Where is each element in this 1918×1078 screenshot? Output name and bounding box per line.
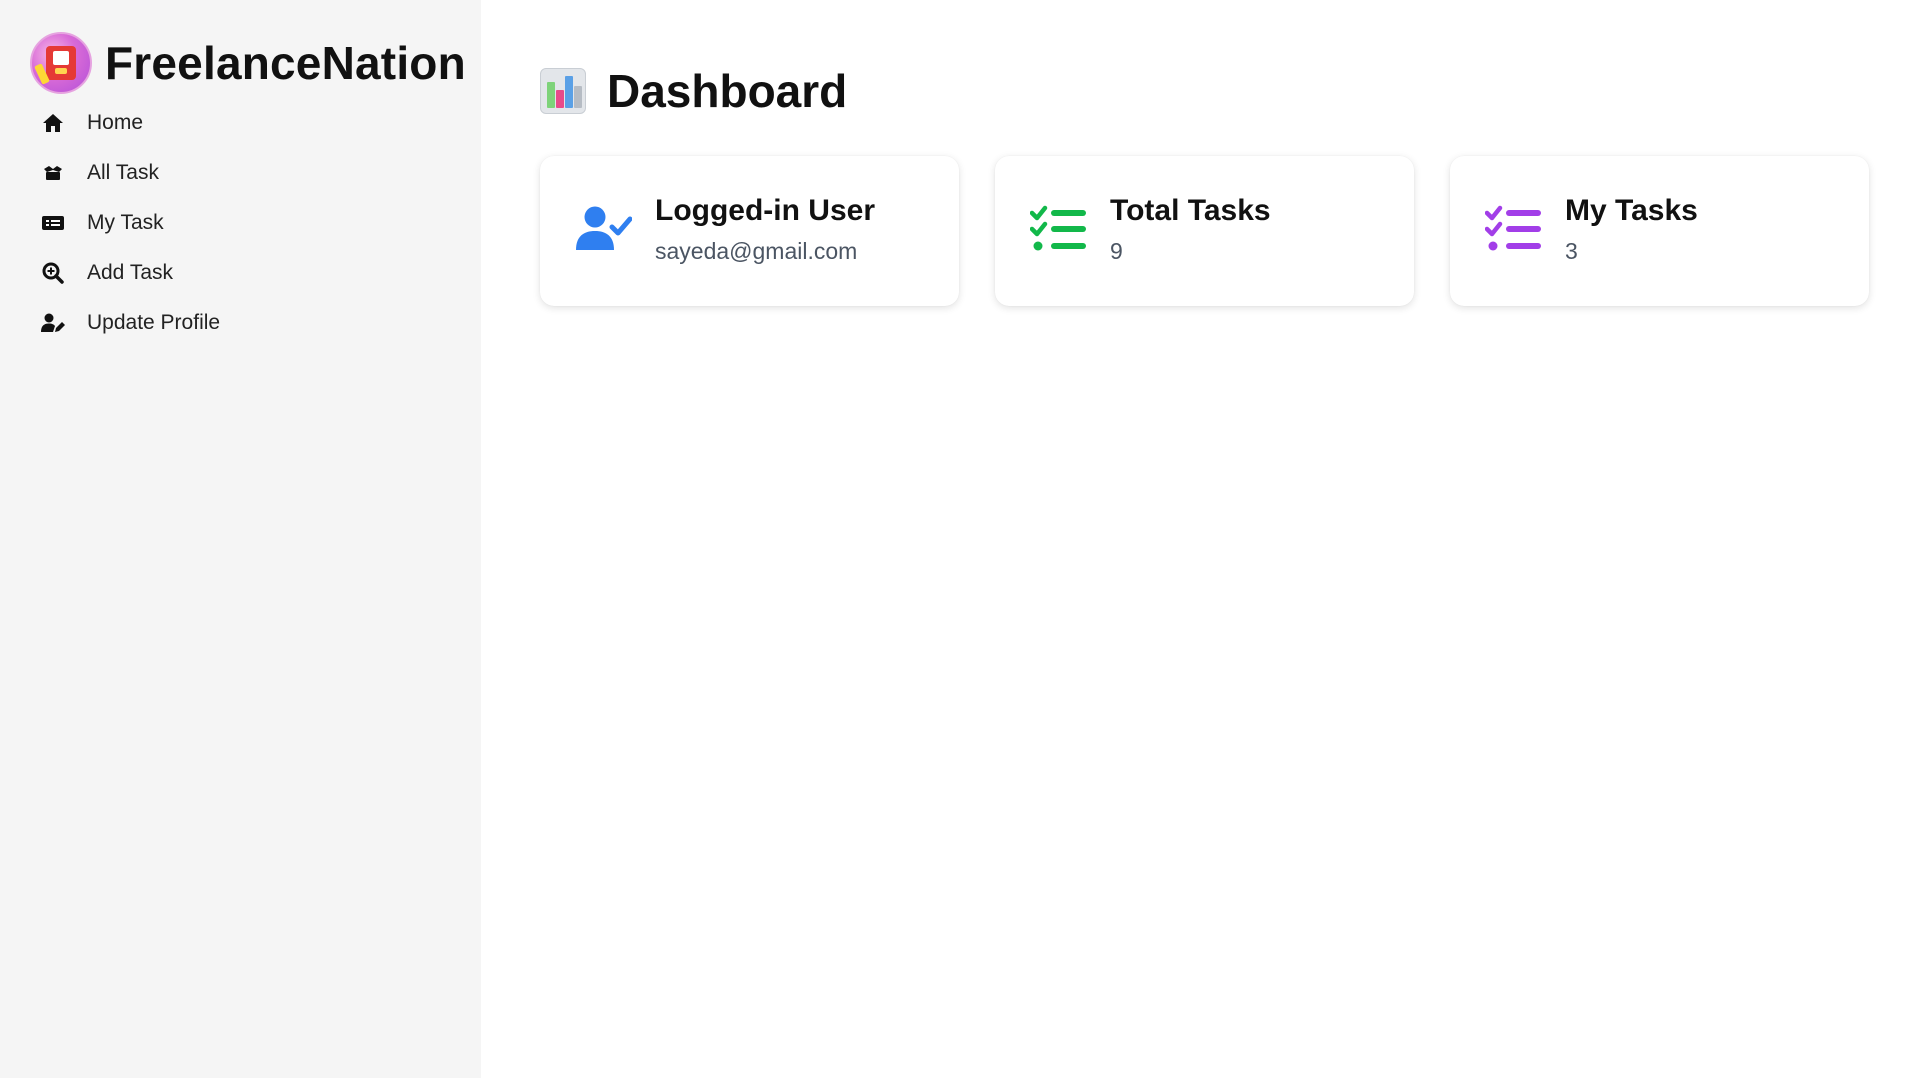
sidebar-item-home[interactable]: Home: [0, 98, 481, 148]
page-title: Dashboard: [607, 65, 848, 117]
main-content: Dashboard Logged-in User sayeda@gmail.co…: [481, 0, 1918, 1078]
tasks-box-icon: [41, 161, 65, 185]
card-title: Total Tasks: [1110, 194, 1271, 227]
sidebar-item-label: My Task: [87, 211, 164, 234]
brand-name: FreelanceNation: [105, 37, 466, 89]
logged-in-user-card: Logged-in User sayeda@gmail.com: [540, 156, 959, 306]
brand-logo: [30, 32, 92, 94]
app: FreelanceNation Home All Task My Task Ad…: [0, 0, 1918, 1078]
card-title: My Tasks: [1565, 194, 1698, 227]
total-tasks-card: Total Tasks 9: [995, 156, 1414, 306]
card-value: 3: [1565, 238, 1578, 264]
sidebar-item-label: All Task: [87, 161, 159, 184]
search-plus-icon: [41, 261, 65, 285]
home-icon: [41, 111, 65, 135]
user-check-icon: [575, 201, 633, 257]
list-card-icon: [41, 211, 65, 235]
sidebar-item-label: Update Profile: [87, 311, 221, 334]
sidebar-item-label: Home: [87, 111, 144, 134]
sidebar-item-add-task[interactable]: Add Task: [0, 248, 481, 298]
checklist-icon: [1030, 201, 1088, 257]
user-edit-icon: [41, 311, 65, 335]
card-title: Logged-in User: [655, 194, 876, 227]
my-tasks-card: My Tasks 3: [1450, 156, 1869, 306]
sidebar-item-label: Add Task: [87, 261, 173, 284]
brand[interactable]: FreelanceNation: [0, 32, 481, 94]
sidebar-item-all-task[interactable]: All Task: [0, 148, 481, 198]
stats-cards: Logged-in User sayeda@gmail.com Total Ta…: [540, 156, 1918, 306]
card-value: 9: [1110, 238, 1123, 264]
card-value: sayeda@gmail.com: [655, 238, 858, 264]
bar-chart-icon: [540, 68, 586, 114]
sidebar: FreelanceNation Home All Task My Task Ad…: [0, 0, 481, 1078]
checklist-icon: [1485, 201, 1543, 257]
sidebar-item-update-profile[interactable]: Update Profile: [0, 298, 481, 348]
page-header: Dashboard: [540, 64, 1918, 118]
sidebar-item-my-task[interactable]: My Task: [0, 198, 481, 248]
sidebar-nav: Home All Task My Task Add Task Update Pr…: [0, 98, 481, 348]
